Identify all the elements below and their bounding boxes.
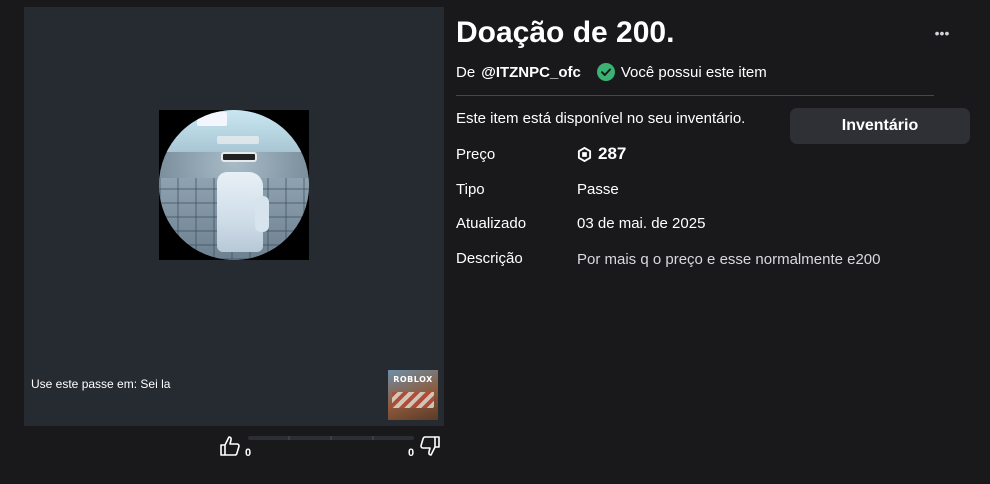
item-title: Doação de 200. — [456, 16, 675, 49]
game-icon[interactable]: ROBLOX — [388, 370, 438, 420]
creator-link[interactable]: @ITZNPC_ofc — [481, 64, 581, 81]
type-value: Passe — [577, 181, 619, 198]
owned-label: Você possui este item — [620, 63, 767, 81]
availability-text: Este item está disponível no seu inventá… — [456, 110, 746, 127]
description-value: Por mais q o preço e esse normalmente e2… — [577, 251, 881, 268]
vote-ratio-bar — [248, 436, 414, 440]
item-thumbnail — [159, 110, 309, 260]
robux-icon — [577, 146, 592, 162]
thumbs-down-icon[interactable] — [418, 434, 442, 458]
updated-value: 03 de mai. de 2025 — [577, 215, 706, 232]
inventory-button[interactable]: Inventário — [790, 108, 970, 144]
price-value: 287 — [577, 144, 626, 164]
type-label: Tipo — [456, 181, 485, 198]
updated-label: Atualizado — [456, 215, 527, 232]
item-details-page: Use este passe em: Sei la ROBLOX 0 0 Doa… — [0, 0, 990, 484]
upvote-count: 0 — [245, 447, 252, 459]
use-pass-text: Use este passe em: Sei la — [31, 377, 170, 391]
thumbs-up-icon[interactable] — [218, 434, 242, 458]
roblox-logo: ROBLOX — [393, 375, 433, 384]
by-label: De — [456, 63, 476, 81]
use-pass-label: Use este passe em: — [31, 377, 138, 391]
item-thumbnail-image — [159, 110, 309, 260]
price-label: Preço — [456, 146, 496, 163]
description-label: Descrição — [456, 250, 523, 267]
place-link[interactable]: Sei la — [140, 377, 170, 391]
check-circle-icon — [596, 63, 615, 81]
item-media-panel: Use este passe em: Sei la ROBLOX — [24, 7, 444, 426]
more-dots-icon[interactable]: ••• — [930, 26, 954, 40]
vote-row: 0 0 — [218, 432, 444, 462]
divider — [456, 95, 934, 96]
downvote-count: 0 — [408, 447, 415, 459]
price-amount: 287 — [598, 144, 627, 163]
creator-line: De @ITZNPC_ofc Você possui este item — [456, 63, 767, 81]
